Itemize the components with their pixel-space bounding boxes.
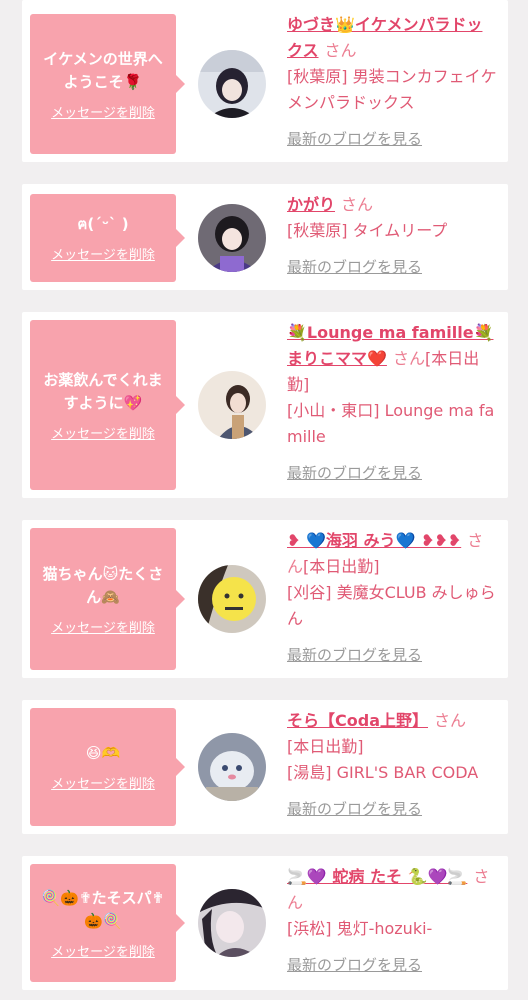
message-text: ฅ(ˊᵕˋ ): [77, 215, 129, 233]
status-badge: [本日出勤]: [303, 557, 380, 576]
shop-name: [湯島] GIRL'S BAR CODA: [287, 763, 479, 782]
cast-name-link[interactable]: かがり: [287, 195, 335, 214]
cast-name-link[interactable]: ❥ 💙海羽 みう💙 ❥❥❥: [287, 531, 461, 550]
message-text: イケメンの世界へようこそ🌹: [43, 49, 163, 91]
avatar-photo-icon: [198, 371, 266, 439]
cast-info: 🚬💜 蛇病 たそ 🐍💜🚬 さん [浜松] 鬼灯-hozuki- 最新のブログを見る: [287, 864, 498, 978]
message-text: 😆🫶: [85, 744, 121, 762]
cast-info: ゆづき👑イケメンパラドックス さん [秋葉原] 男装コンカフェイケメンパラドックス…: [287, 12, 498, 152]
delete-message-link[interactable]: メッセージを削除: [51, 423, 155, 442]
honorific: さん: [392, 349, 425, 368]
avatar-photo-icon: [198, 565, 266, 633]
avatar[interactable]: [198, 733, 266, 801]
cast-info: そら【Coda上野】 さん [本日出勤] [湯島] GIRL'S BAR CODA…: [287, 708, 498, 822]
message-card: 😆🫶 メッセージを削除 そら【Coda上野】 さん [本日出勤] [湯島] GIR…: [22, 700, 508, 834]
status-badge: [本日出勤]: [287, 737, 364, 756]
latest-blog-link[interactable]: 最新のブログを見る: [287, 254, 498, 280]
avatar[interactable]: [198, 889, 266, 957]
message-card: 🍭🎃✟たそスパ✟🎃🍭 メッセージを削除 🚬💜 蛇病 たそ 🐍💜🚬 さん [浜松] …: [22, 856, 508, 990]
avatar-photo-icon: [198, 50, 266, 118]
message-bubble: イケメンの世界へようこそ🌹 メッセージを削除: [30, 14, 185, 154]
cast-info: ❥ 💙海羽 みう💙 ❥❥❥ さん[本日出勤] [刈谷] 美魔女CLUB みしゅらん…: [287, 528, 498, 668]
honorific: さん: [341, 195, 374, 214]
message-card: イケメンの世界へようこそ🌹 メッセージを削除 ゆづき👑イケメンパラドックス さん …: [22, 0, 508, 162]
latest-blog-link[interactable]: 最新のブログを見る: [287, 460, 498, 486]
avatar[interactable]: [198, 565, 266, 633]
delete-message-link[interactable]: メッセージを削除: [51, 102, 155, 121]
honorific: さん: [324, 41, 357, 60]
latest-blog-link[interactable]: 最新のブログを見る: [287, 952, 498, 978]
message-card: お薬飲んでくれますように💖 メッセージを削除 💐Lounge ma famill…: [22, 312, 508, 498]
avatar-photo-icon: [198, 204, 266, 272]
message-card: 猫ちゃん🐱たくさん🙈 メッセージを削除 ❥ 💙海羽 みう💙 ❥❥❥ さん[本日出勤…: [22, 520, 508, 678]
avatar-photo-icon: [198, 733, 266, 801]
message-card: ฅ(ˊᵕˋ ) メッセージを削除 かがり さん [秋葉原] タイムリープ 最新のブ…: [22, 184, 508, 290]
shop-name: [小山・東口] Lounge ma famille: [287, 401, 495, 446]
delete-message-link[interactable]: メッセージを削除: [51, 941, 155, 960]
delete-message-link[interactable]: メッセージを削除: [51, 773, 155, 792]
latest-blog-link[interactable]: 最新のブログを見る: [287, 796, 498, 822]
avatar[interactable]: [198, 371, 266, 439]
message-bubble: お薬飲んでくれますように💖 メッセージを削除: [30, 320, 185, 490]
delete-message-link[interactable]: メッセージを削除: [51, 617, 155, 636]
delete-message-link[interactable]: メッセージを削除: [51, 244, 155, 263]
cast-name-link[interactable]: ゆづき👑イケメンパラドックス: [287, 15, 482, 60]
message-bubble: 🍭🎃✟たそスパ✟🎃🍭 メッセージを削除: [30, 864, 185, 982]
cast-info: かがり さん [秋葉原] タイムリープ 最新のブログを見る: [287, 192, 498, 280]
avatar[interactable]: [198, 204, 266, 272]
honorific: さん: [434, 711, 467, 730]
latest-blog-link[interactable]: 最新のブログを見る: [287, 642, 498, 668]
message-bubble: ฅ(ˊᵕˋ ) メッセージを削除: [30, 194, 185, 282]
message-text: お薬飲んでくれますように💖: [43, 370, 163, 412]
shop-name: [秋葉原] タイムリープ: [287, 221, 448, 240]
cast-name-link[interactable]: そら【Coda上野】: [287, 711, 428, 730]
latest-blog-link[interactable]: 最新のブログを見る: [287, 126, 498, 152]
avatar-photo-icon: [198, 889, 266, 957]
message-bubble: 猫ちゃん🐱たくさん🙈 メッセージを削除: [30, 528, 185, 670]
message-text: 猫ちゃん🐱たくさん🙈: [42, 564, 164, 606]
shop-name: [浜松] 鬼灯-hozuki-: [287, 919, 433, 938]
avatar[interactable]: [198, 50, 266, 118]
cast-info: 💐Lounge ma famille💐まりこママ❤️ さん[本日出勤] [小山・東…: [287, 320, 498, 486]
message-bubble: 😆🫶 メッセージを削除: [30, 708, 185, 826]
message-text: 🍭🎃✟たそスパ✟🎃🍭: [41, 888, 165, 930]
shop-name: [刈谷] 美魔女CLUB みしゅらん: [287, 583, 496, 628]
cast-name-link[interactable]: 🚬💜 蛇病 たそ 🐍💜🚬: [287, 867, 467, 886]
shop-name: [秋葉原] 男装コンカフェイケメンパラドックス: [287, 67, 497, 112]
